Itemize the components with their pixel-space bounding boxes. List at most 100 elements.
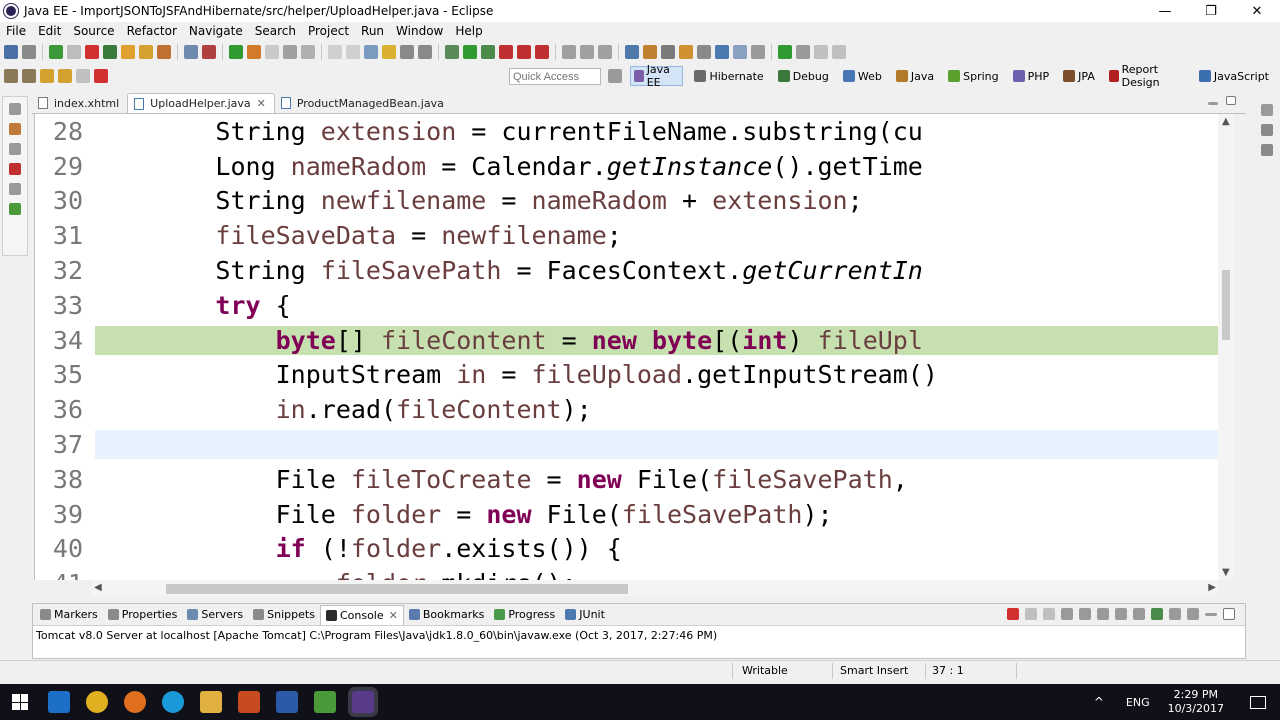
tab-upload-helper[interactable]: UploadHelper.java ✕ — [127, 93, 275, 113]
restore-icon[interactable] — [9, 183, 21, 195]
new-class-icon[interactable] — [301, 45, 315, 59]
maximize-button[interactable]: ❐ — [1188, 0, 1234, 22]
copy-icon[interactable] — [328, 45, 342, 59]
code-line[interactable]: 31 fileSaveData = newfilename; — [35, 218, 1219, 253]
code-line-current[interactable]: 37 — [35, 427, 1219, 462]
run-as-icon[interactable] — [463, 45, 477, 59]
tab-index-xhtml[interactable]: index.xhtml — [32, 93, 127, 113]
new-icon[interactable] — [4, 45, 18, 59]
paste-icon[interactable] — [346, 45, 360, 59]
display-console-icon[interactable] — [1169, 608, 1181, 620]
remove-launch-icon[interactable] — [1025, 608, 1037, 620]
code-line[interactable]: 40 if (!folder.exists()) { — [35, 532, 1219, 567]
stop-server-icon[interactable] — [85, 45, 99, 59]
debug-server-icon[interactable] — [103, 45, 117, 59]
tab-markers[interactable]: Markers — [35, 605, 103, 625]
new-package-icon[interactable] — [283, 45, 297, 59]
toggle-block-icon[interactable] — [400, 45, 414, 59]
show-hidden-icons[interactable]: ^ — [1094, 695, 1104, 709]
forward-icon[interactable] — [733, 45, 747, 59]
scroll-down-icon[interactable]: ▼ — [1222, 567, 1230, 578]
hand-icon[interactable] — [832, 45, 846, 59]
play-icon[interactable] — [778, 45, 792, 59]
chrome-icon[interactable] — [86, 691, 108, 713]
minimize-panel-icon[interactable] — [1205, 613, 1217, 616]
perspective-spring[interactable]: Spring — [945, 66, 1002, 86]
perspective-report-design[interactable]: Report Design — [1106, 63, 1188, 89]
new-server-icon[interactable] — [184, 45, 198, 59]
code-line[interactable]: 39 File folder = new File(fileSavePath); — [35, 497, 1219, 532]
edge-icon[interactable] — [48, 691, 70, 713]
restore-icon[interactable] — [9, 143, 21, 155]
step-icon[interactable] — [796, 45, 810, 59]
perspective-php[interactable]: PHP — [1010, 66, 1053, 86]
perspective-debug[interactable]: Debug — [775, 66, 832, 86]
code-line[interactable]: 33 try { — [35, 288, 1219, 323]
build-icon[interactable] — [445, 45, 459, 59]
refresh-icon[interactable] — [139, 45, 153, 59]
menu-search[interactable]: Search — [255, 24, 296, 38]
perspective-jpa[interactable]: JPA — [1060, 66, 1098, 86]
tab-product-managed-bean[interactable]: ProductManagedBean.java — [275, 93, 452, 113]
pin-icon[interactable] — [751, 45, 765, 59]
code-editor[interactable]: 28 String extension = currentFileName.su… — [34, 114, 1234, 580]
show-stdout-icon[interactable] — [1115, 608, 1127, 620]
close-tab-icon[interactable]: ✕ — [257, 97, 266, 110]
scroll-lock-icon[interactable] — [1079, 608, 1091, 620]
perspective-web[interactable]: Web — [840, 66, 885, 86]
publish-icon[interactable] — [121, 45, 135, 59]
code-line-debug-highlight[interactable]: 34 byte[] fileContent = new byte[(int) f… — [35, 323, 1219, 358]
word-wrap-icon[interactable] — [1097, 608, 1109, 620]
perspective-hibernate[interactable]: Hibernate — [691, 66, 766, 86]
maximize-panel-icon[interactable] — [1223, 608, 1235, 620]
remove-icon[interactable] — [535, 45, 549, 59]
perspective-java-ee[interactable]: Java EE — [630, 63, 684, 89]
outline-icon[interactable] — [9, 203, 21, 215]
next-annotation-icon[interactable] — [4, 69, 18, 83]
mirror-icon[interactable] — [598, 45, 612, 59]
scroll-left-icon[interactable]: ◀ — [94, 582, 102, 593]
horizontal-scroll-thumb[interactable] — [166, 584, 628, 594]
code-line[interactable]: 38 File fileToCreate = new File(fileSave… — [35, 462, 1219, 497]
code-line[interactable]: 35 InputStream in = fileUpload.getInputS… — [35, 358, 1219, 393]
pause-icon[interactable] — [67, 45, 81, 59]
globe-icon[interactable] — [715, 45, 729, 59]
previous-edit-icon[interactable] — [58, 69, 72, 83]
pin-editor-icon[interactable] — [94, 69, 108, 83]
external-tools-icon[interactable] — [499, 45, 513, 59]
clean-icon[interactable] — [157, 45, 171, 59]
palette-icon[interactable] — [9, 163, 21, 175]
link-icon[interactable] — [661, 45, 675, 59]
menu-help[interactable]: Help — [455, 24, 482, 38]
highlight-icon[interactable] — [382, 45, 396, 59]
run-external-icon[interactable] — [247, 45, 261, 59]
project-explorer-icon[interactable] — [9, 123, 21, 135]
scroll-right-icon[interactable]: ▶ — [1208, 582, 1216, 593]
perspective-javascript[interactable]: JavaScript — [1196, 66, 1272, 86]
tab-servers[interactable]: Servers — [182, 605, 248, 625]
skype-icon[interactable] — [162, 691, 184, 713]
clock[interactable]: 2:29 PM 10/3/2017 — [1168, 688, 1224, 716]
maximize-editor-icon[interactable] — [1226, 96, 1236, 105]
editor-horizontal-scrollbar[interactable]: ◀ ▶ — [92, 580, 1218, 596]
code-line[interactable]: 28 String extension = currentFileName.su… — [35, 114, 1219, 149]
bug-icon[interactable] — [202, 45, 216, 59]
open-type-icon[interactable] — [364, 45, 378, 59]
menu-file[interactable]: File — [6, 24, 26, 38]
outline-view-icon[interactable] — [1261, 144, 1273, 156]
input-language[interactable]: ENG — [1126, 696, 1150, 709]
pin-console-icon[interactable] — [1151, 608, 1163, 620]
menu-navigate[interactable]: Navigate — [189, 24, 243, 38]
open-perspective-icon[interactable] — [608, 69, 622, 83]
clear-console-icon[interactable] — [1061, 608, 1073, 620]
run-server-icon[interactable] — [49, 45, 63, 59]
previous-annotation-icon[interactable] — [22, 69, 36, 83]
tab-console[interactable]: Console ✕ — [319, 604, 404, 625]
code-line[interactable]: 30 String newfilename = nameRadom + exte… — [35, 184, 1219, 219]
tab-snippets[interactable]: Snippets — [248, 605, 320, 625]
restore-icon[interactable] — [9, 103, 21, 115]
vertical-scroll-thumb[interactable] — [1222, 270, 1230, 340]
coverage-icon[interactable] — [481, 45, 495, 59]
menu-source[interactable]: Source — [73, 24, 114, 38]
new-web-icon[interactable] — [562, 45, 576, 59]
